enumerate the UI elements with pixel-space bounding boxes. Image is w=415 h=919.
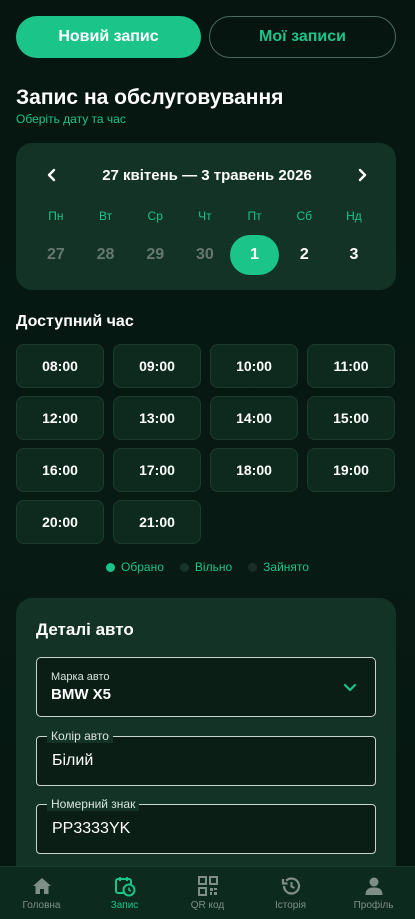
time-slot[interactable]: 13:00 bbox=[113, 396, 201, 440]
time-slot[interactable]: 10:00 bbox=[210, 344, 298, 388]
car-color-field[interactable]: Колір авто Білий bbox=[36, 729, 376, 786]
date-cell: 29 bbox=[146, 246, 165, 263]
legend-selected-dot bbox=[106, 562, 116, 572]
time-slot[interactable]: 09:00 bbox=[113, 344, 201, 388]
nav-booking[interactable]: Запис bbox=[83, 867, 166, 919]
home-icon bbox=[31, 875, 53, 897]
time-slot[interactable]: 20:00 bbox=[16, 500, 104, 544]
legend-busy: Зайнято bbox=[248, 560, 309, 574]
time-slot[interactable]: 11:00 bbox=[307, 344, 395, 388]
week-calendar: 27 квітень — 3 травень 2026 Пн Вт Ср Чт … bbox=[16, 143, 396, 290]
top-tabs: Новий запис Мої записи bbox=[16, 16, 397, 58]
date-cell[interactable]: 3 bbox=[329, 235, 379, 275]
legend-selected: Обрано bbox=[106, 560, 164, 574]
chevron-down-icon[interactable] bbox=[343, 680, 357, 694]
selected-date-label: 1 bbox=[229, 235, 280, 275]
page-subtitle: Оберіть дату та час bbox=[16, 112, 126, 126]
nav-qr[interactable]: QR код bbox=[166, 867, 249, 919]
time-slot[interactable]: 08:00 bbox=[16, 344, 104, 388]
qr-code-icon bbox=[197, 875, 219, 897]
nav-home[interactable]: Головна bbox=[0, 867, 83, 919]
car-plate-field[interactable]: Номерний знак PP3333YK bbox=[36, 797, 376, 854]
time-slot[interactable]: 19:00 bbox=[307, 448, 395, 492]
time-slots-grid: 08:00 09:00 10:00 11:00 12:00 13:00 14:0… bbox=[16, 344, 397, 544]
legend-busy-dot bbox=[248, 562, 258, 572]
history-icon bbox=[280, 875, 302, 897]
day-name: Пн bbox=[48, 209, 64, 223]
car-brand-select[interactable]: Марка авто BMW X5 bbox=[36, 657, 376, 717]
time-slot[interactable]: 16:00 bbox=[16, 448, 104, 492]
car-color-value[interactable]: Білий bbox=[52, 752, 93, 770]
slot-legend: Обрано Вільно Зайнято bbox=[0, 560, 415, 574]
car-plate-value[interactable]: PP3333YK bbox=[52, 820, 130, 838]
nav-history-label: Історія bbox=[274, 900, 306, 911]
calendar-header: 27 квітень — 3 травень 2026 bbox=[16, 165, 396, 185]
day-name: Нд bbox=[346, 209, 362, 223]
car-color-label: Колір авто bbox=[47, 729, 113, 743]
date-cell: 27 bbox=[46, 246, 65, 263]
tab-my-entries[interactable]: Мої записи bbox=[209, 16, 396, 58]
bottom-navigation: Головна Запис QR код Історія Профіль bbox=[0, 866, 415, 919]
time-slot[interactable]: 15:00 bbox=[307, 396, 395, 440]
legend-free-dot bbox=[179, 562, 189, 572]
legend-selected-label: Обрано bbox=[121, 560, 164, 574]
app-screen: Новий запис Мої записи Запис на обслугов… bbox=[0, 0, 415, 919]
nav-booking-label: Запис bbox=[110, 900, 139, 911]
nav-home-label: Головна bbox=[22, 900, 61, 911]
day-name: Вт bbox=[98, 209, 113, 223]
car-brand-value: BMW X5 bbox=[51, 686, 111, 703]
car-plate-label: Номерний знак bbox=[47, 797, 140, 811]
page-title: Запис на обслуговування bbox=[16, 86, 284, 109]
available-time-title: Доступний час bbox=[16, 313, 134, 330]
tab-new-entry[interactable]: Новий запис bbox=[16, 16, 201, 58]
calendar-dates: 27 28 29 30 1 2 3 bbox=[31, 235, 379, 275]
chevron-right-icon[interactable] bbox=[352, 165, 372, 185]
legend-free-label: Вільно bbox=[194, 560, 233, 574]
chevron-left-icon[interactable] bbox=[42, 165, 62, 185]
day-name: Пт bbox=[247, 209, 262, 223]
date-cell: 28 bbox=[96, 246, 115, 263]
time-slot[interactable]: 18:00 bbox=[210, 448, 298, 492]
day-name: Чт bbox=[198, 209, 212, 223]
time-slot[interactable]: 14:00 bbox=[210, 396, 298, 440]
car-brand-label: Марка авто bbox=[51, 671, 110, 683]
time-slot[interactable]: 21:00 bbox=[113, 500, 201, 544]
legend-busy-label: Зайнято bbox=[263, 560, 309, 574]
car-details-title: Деталі авто bbox=[36, 620, 134, 639]
nav-qr-label: QR код bbox=[190, 900, 225, 911]
nav-profile-label: Профіль bbox=[353, 900, 394, 911]
date-cell: 30 bbox=[196, 246, 214, 263]
calendar-day-names: Пн Вт Ср Чт Пт Сб Нд bbox=[31, 209, 379, 223]
legend-free: Вільно bbox=[179, 560, 233, 574]
time-slot[interactable]: 12:00 bbox=[16, 396, 104, 440]
user-icon bbox=[363, 875, 385, 897]
day-name: Сб bbox=[296, 209, 313, 223]
date-cell[interactable]: 2 bbox=[279, 235, 329, 275]
nav-history[interactable]: Історія bbox=[249, 867, 332, 919]
nav-profile[interactable]: Профіль bbox=[332, 867, 415, 919]
calendar-clock-icon bbox=[114, 875, 136, 897]
date-cell-selected[interactable]: 1 bbox=[229, 235, 280, 275]
time-slot[interactable]: 17:00 bbox=[113, 448, 201, 492]
day-name: Ср bbox=[147, 209, 163, 223]
calendar-range: 27 квітень — 3 травень 2026 bbox=[102, 166, 312, 184]
